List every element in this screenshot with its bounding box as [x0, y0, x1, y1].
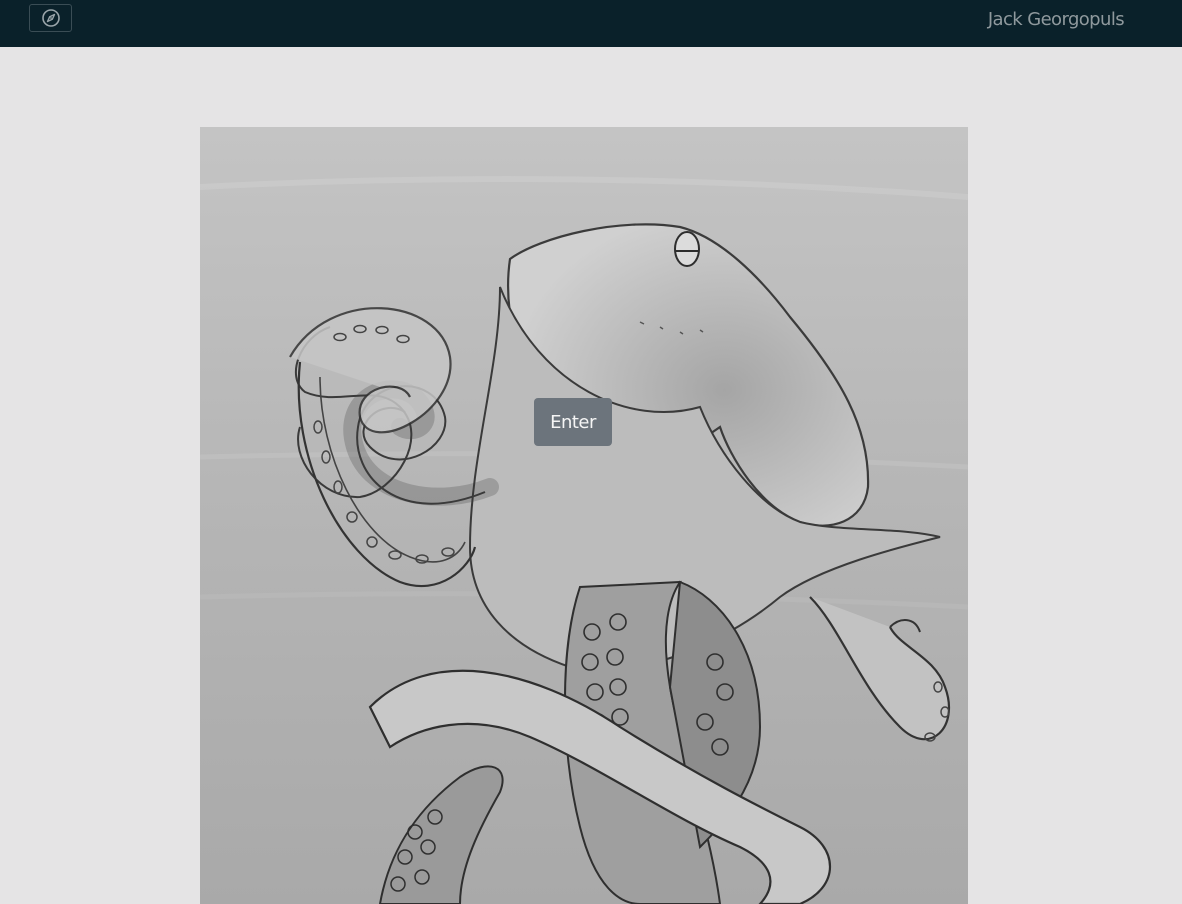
top-navbar: Jack Georgopuls: [0, 0, 1182, 47]
enter-button[interactable]: Enter: [534, 398, 612, 446]
octopus-sketch-image: [200, 127, 968, 904]
compass-icon: [41, 8, 61, 28]
nav-toggle-button[interactable]: [29, 4, 72, 32]
site-brand-link[interactable]: Jack Georgopuls: [988, 9, 1125, 30]
